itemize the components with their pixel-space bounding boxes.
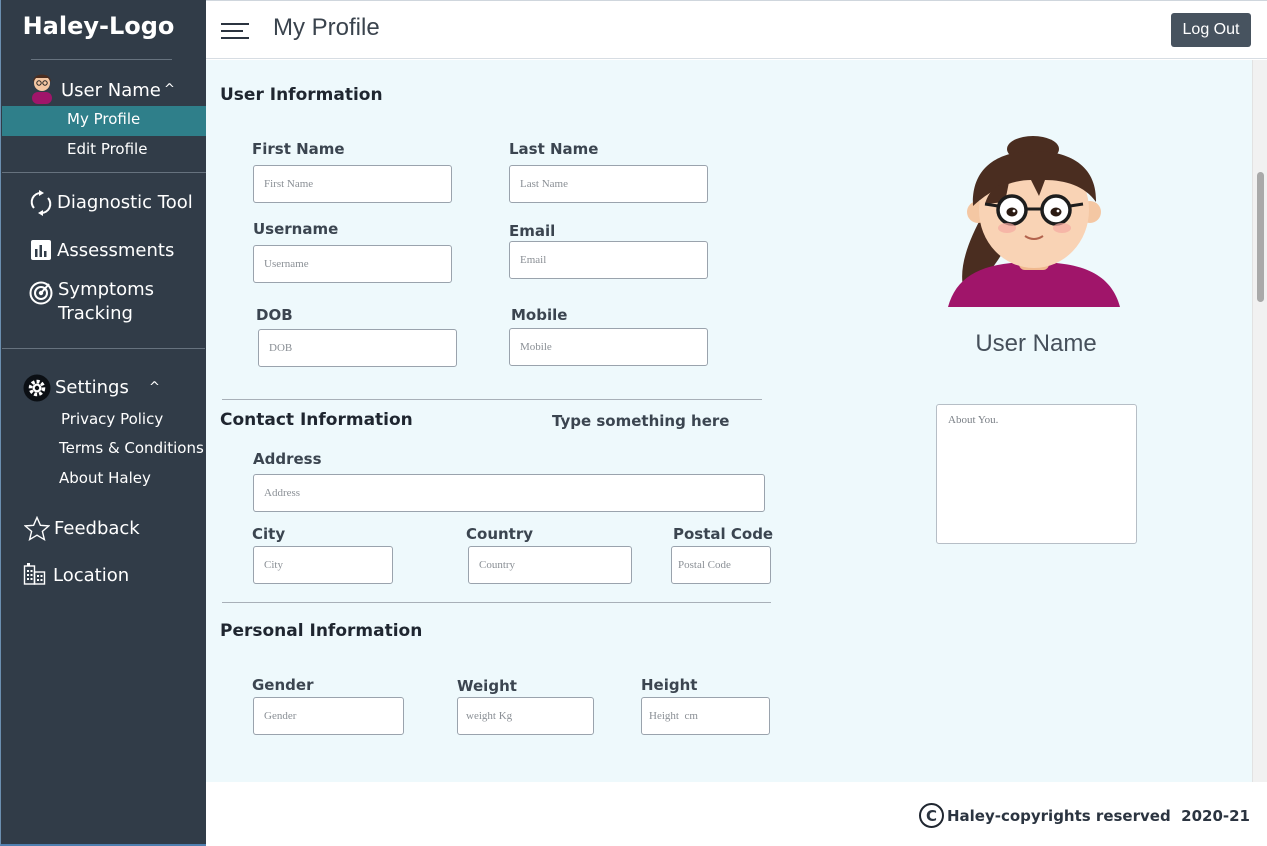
profile-user-name: User Name [975, 330, 1097, 357]
country-label: Country [466, 525, 534, 543]
username-input[interactable] [253, 245, 452, 283]
country-input[interactable] [468, 546, 632, 584]
chevron-up-icon[interactable]: ^ [149, 380, 160, 395]
sidebar-item-symptoms[interactable]: Symptoms [58, 279, 154, 300]
postal-code-label: Postal Code [673, 525, 774, 543]
section-divider [222, 399, 762, 400]
city-input[interactable] [253, 546, 393, 584]
scrollbar-thumb[interactable] [1257, 172, 1264, 302]
postal-code-input[interactable] [671, 546, 771, 584]
gender-input[interactable] [253, 697, 404, 735]
weight-label: Weight [457, 677, 517, 695]
mobile-label: Mobile [511, 306, 568, 324]
city-label: City [252, 525, 286, 543]
app-logo[interactable]: Haley-Logo [1, 12, 196, 40]
gear-icon [23, 374, 51, 402]
building-icon [23, 562, 47, 586]
section-title-personal-information: Personal Information [220, 621, 423, 641]
footer: C Haley-copyrights reserved 2020-21 [206, 782, 1267, 844]
mobile-input[interactable] [509, 328, 708, 366]
sidebar: Haley-Logo User Name ^ My Profile Edit P… [0, 0, 207, 846]
section-divider [222, 602, 771, 603]
dob-input[interactable] [258, 329, 457, 367]
logout-button[interactable]: Log Out [1171, 13, 1251, 47]
sidebar-divider [2, 348, 205, 349]
refresh-icon [28, 189, 54, 217]
email-input[interactable] [509, 241, 708, 279]
sidebar-item-privacy-policy[interactable]: Privacy Policy [61, 410, 163, 428]
sidebar-item-tracking[interactable]: Tracking [58, 303, 133, 324]
sidebar-item-diagnostic-tool[interactable]: Diagnostic Tool [57, 192, 193, 213]
sidebar-item-assessments[interactable]: Assessments [57, 240, 174, 261]
about-you-textarea[interactable] [936, 404, 1137, 544]
copyright-text: Haley-copyrights reserved 2020-21 [946, 806, 1250, 825]
profile-avatar [945, 134, 1123, 308]
last-name-input[interactable] [509, 165, 708, 203]
star-icon [23, 515, 50, 542]
first-name-input[interactable] [253, 165, 452, 203]
sidebar-user-name[interactable]: User Name [61, 80, 161, 101]
sidebar-item-settings[interactable]: Settings [55, 377, 129, 398]
sidebar-item-feedback[interactable]: Feedback [54, 518, 140, 539]
sidebar-divider [31, 59, 172, 60]
chevron-up-icon[interactable]: ^ [164, 82, 175, 97]
bar-chart-icon [31, 240, 51, 260]
last-name-label: Last Name [509, 140, 599, 158]
height-label: Height [641, 676, 698, 694]
sidebar-divider [2, 172, 207, 173]
sidebar-item-about-haley[interactable]: About Haley [59, 469, 151, 487]
main-scrollbar[interactable] [1252, 60, 1267, 782]
email-label: Email [509, 222, 556, 240]
sidebar-item-edit-profile[interactable]: Edit Profile [67, 140, 147, 158]
address-input[interactable] [253, 474, 765, 512]
section-title-user-information: User Information [220, 85, 383, 105]
sidebar-item-terms-conditions[interactable]: Terms & Conditions [59, 439, 204, 457]
copyright-icon: C [918, 803, 944, 828]
username-label: Username [253, 220, 339, 238]
contact-hint-text: Type something here [552, 412, 730, 430]
first-name-label: First Name [252, 140, 345, 158]
address-label: Address [253, 450, 322, 468]
top-header: My Profile Log Out [206, 0, 1267, 59]
sidebar-item-location[interactable]: Location [53, 565, 129, 586]
hamburger-icon[interactable] [221, 23, 249, 41]
page-title: My Profile [273, 14, 380, 41]
height-input[interactable] [641, 697, 770, 735]
weight-input[interactable] [457, 697, 594, 735]
copyright-notice: C Haley-copyrights reserved 2020-21 [918, 803, 1250, 828]
section-title-contact-information: Contact Information [220, 410, 413, 430]
sidebar-item-my-profile[interactable]: My Profile [67, 110, 140, 128]
user-avatar-icon [28, 66, 56, 104]
dob-label: DOB [256, 306, 293, 324]
gender-label: Gender [252, 676, 314, 694]
radar-icon [28, 280, 54, 306]
